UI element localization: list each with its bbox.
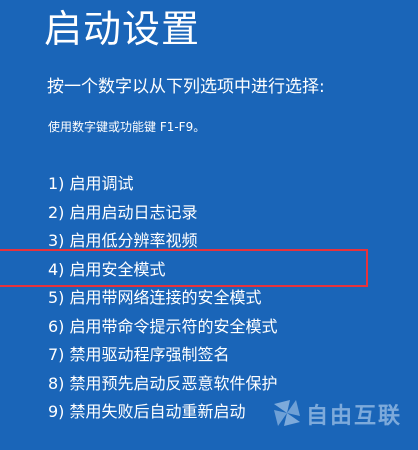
startup-options-list: 1) 启用调试 2) 启用启动日志记录 3) 启用低分辨率视频 4) 启用安全模… [48, 170, 278, 427]
watermark: 自由互联 [270, 392, 415, 436]
instruction-text: 按一个数字以从下列选项中进行选择: [47, 77, 325, 97]
page-title: 启动设置 [44, 7, 201, 51]
option-enable-safe-mode-command-prompt[interactable]: 6) 启用带命令提示符的安全模式 [48, 313, 278, 342]
watermark-text: 自由互联 [306, 404, 403, 429]
option-disable-driver-signature-enforcement[interactable]: 7) 禁用驱动程序强制签名 [48, 341, 278, 370]
option-enable-low-resolution-video[interactable]: 3) 启用低分辨率视频 [48, 227, 278, 256]
option-enable-debugging[interactable]: 1) 启用调试 [48, 170, 278, 199]
option-enable-safe-mode[interactable]: 4) 启用安全模式 [48, 256, 278, 285]
option-enable-safe-mode-networking[interactable]: 5) 启用带网络连接的安全模式 [48, 284, 278, 313]
option-disable-auto-restart[interactable]: 9) 禁用失败后自动重新启动 [48, 398, 278, 427]
startup-settings-screen: 启动设置 按一个数字以从下列选项中进行选择: 使用数字键或功能键 F1-F9。 … [0, 0, 418, 450]
option-enable-boot-logging[interactable]: 2) 启用启动日志记录 [48, 199, 278, 228]
option-disable-early-launch-antimalware[interactable]: 8) 禁用预先启动反恶意软件保护 [48, 370, 278, 399]
logo-icon [274, 400, 300, 426]
key-hint-text: 使用数字键或功能键 F1-F9。 [48, 120, 206, 134]
